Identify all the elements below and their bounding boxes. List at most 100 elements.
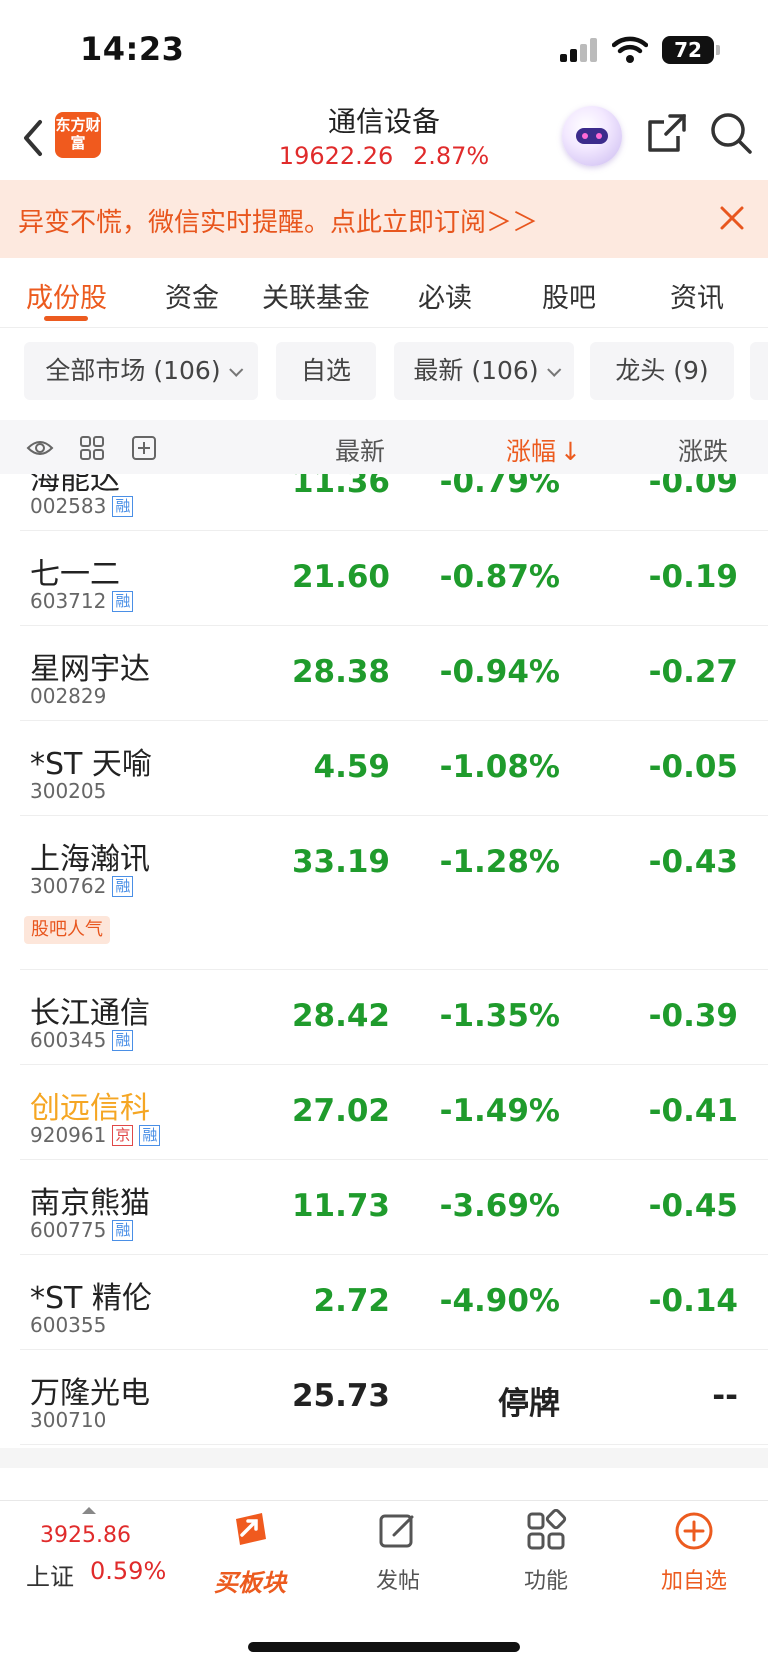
eye-icon[interactable] (26, 434, 54, 462)
stock-code-line: 300205 (30, 779, 106, 803)
bottom-bar: 3925.86 上证 0.59% 买板块 发帖 功能 加自选 (0, 1500, 768, 1663)
stock-change-pct: -3.69% (439, 1188, 560, 1224)
assistant-robot-icon[interactable] (562, 106, 622, 166)
buy-sector-button[interactable]: 买板块 (190, 1509, 310, 1598)
stock-row[interactable]: *ST 天喻 300205 4.59 -1.08% -0.05 (20, 721, 768, 816)
stock-change: -0.05 (648, 749, 738, 785)
stock-row[interactable]: 上海瀚讯 300762 融股吧人气 33.19 -1.28% -0.43 (20, 816, 768, 970)
stock-code: 300205 (30, 779, 107, 803)
subscribe-banner[interactable]: 异变不慌，微信实时提醒。点此立即订阅＞＞ (0, 180, 768, 258)
functions-label: 功能 (523, 1569, 568, 1594)
stock-row[interactable]: 创远信科 920961 京融 27.02 -1.49% -0.41 (20, 1065, 768, 1160)
stock-change: -0.09 (648, 474, 738, 500)
wifi-icon (612, 36, 648, 63)
active-tab-indicator (44, 316, 88, 321)
stock-change-pct: -0.94% (439, 654, 560, 690)
stock-badge: 融 (112, 876, 134, 897)
stock-row[interactable]: 南京熊猫 600775 融 11.73 -3.69% -0.45 (20, 1160, 768, 1255)
col-change-pct-label: 涨幅 (506, 437, 557, 466)
stock-change-pct: -1.49% (439, 1093, 560, 1129)
stock-badge: 融 (112, 591, 134, 612)
home-indicator[interactable] (248, 1642, 520, 1652)
stock-code: 300710 (30, 1408, 107, 1432)
battery-icon: 72 (662, 36, 720, 64)
stock-price: 4.59 (313, 749, 391, 785)
stock-row[interactable]: 星网宇达 002829 28.38 -0.94% -0.27 (20, 626, 768, 721)
stock-code: 002829 (30, 684, 107, 708)
stock-row[interactable]: 长江通信 600345 融 28.42 -1.35% -0.39 (20, 970, 768, 1065)
post-button[interactable]: 发帖 (338, 1509, 458, 1595)
edit-icon (379, 1514, 414, 1548)
sh-index-name[interactable]: 上证 (26, 1557, 74, 1592)
col-latest[interactable]: 最新 (335, 432, 385, 468)
col-change[interactable]: 涨跌 (678, 432, 728, 468)
latest-filter-label: 最新 (106) (413, 356, 539, 385)
chevron-down-icon (546, 362, 561, 377)
tab-bar: 成份股 资金 关联基金 必读 股吧 资讯 (0, 258, 768, 328)
search-icon[interactable] (708, 110, 754, 156)
stock-change-pct: -1.35% (439, 998, 560, 1034)
stock-code-line: 002583 融 (30, 494, 134, 518)
stock-code: 600355 (30, 1313, 107, 1337)
stock-row[interactable]: 万隆光电 300710 25.73 停牌 -- (20, 1350, 768, 1445)
sh-index-pct[interactable]: 0.59% (90, 1557, 166, 1585)
stock-name: *ST 天喻 (30, 747, 152, 782)
latest-filter[interactable]: 最新 (106) (394, 342, 574, 400)
stock-name: 星网宇达 (30, 652, 150, 687)
stock-change: -0.19 (648, 559, 738, 595)
banner-text[interactable]: 异变不慌，微信实时提醒。点此立即订阅＞＞ (18, 202, 538, 239)
add-watchlist-button[interactable]: 加自选 (634, 1509, 754, 1595)
tab-must-read[interactable]: 必读 (418, 276, 472, 315)
filter-bar: 全部市场 (106) 自选 最新 (106) 龙头 (9) (0, 330, 768, 410)
stock-price: 27.02 (291, 1093, 390, 1129)
stock-name: 南京熊猫 (30, 1186, 150, 1221)
stock-change: -0.14 (648, 1283, 738, 1319)
stock-badge: 融 (112, 1220, 134, 1241)
list-footer-gap (0, 1448, 768, 1468)
stock-code: 300762 (30, 874, 107, 898)
close-icon[interactable] (712, 198, 752, 238)
stock-price: 21.60 (291, 559, 390, 595)
buy-sector-icon (236, 1513, 266, 1545)
stock-code-line: 300762 融 (30, 874, 134, 898)
stock-code-line: 300710 (30, 1408, 106, 1432)
post-label: 发帖 (375, 1569, 420, 1594)
stock-price: 11.73 (291, 1188, 390, 1224)
stock-badge: 融 (112, 496, 134, 517)
stock-list-inner: 海能达 002583 融 11.36 -0.79% -0.09 七一二 603712 融 21.6… (0, 474, 768, 1445)
stock-price: 33.19 (291, 844, 390, 880)
col-change-pct[interactable]: 涨幅 ↓ (506, 432, 581, 468)
market-filter[interactable]: 全部市场 (106) (24, 342, 258, 400)
tab-related-funds[interactable]: 关联基金 (262, 276, 370, 315)
stock-name: 长江通信 (30, 996, 150, 1031)
popularity-tag[interactable]: 股吧人气 (24, 916, 110, 944)
stock-badge: 京 (112, 1125, 134, 1146)
stock-code: 002583 (30, 494, 107, 518)
tab-forum[interactable]: 股吧 (542, 276, 596, 315)
tab-funds-flow[interactable]: 资金 (165, 276, 219, 315)
watchlist-filter[interactable]: 自选 (276, 342, 376, 400)
stock-code: 600345 (30, 1028, 107, 1052)
functions-button[interactable]: 功能 (486, 1509, 606, 1595)
tab-news[interactable]: 资讯 (670, 276, 724, 315)
sh-index-value[interactable]: 3925.86 (40, 1523, 131, 1548)
status-time: 14:23 (80, 30, 185, 68)
stock-price: 28.42 (291, 998, 390, 1034)
stock-row[interactable]: *ST 精伦 600355 2.72 -4.90% -0.14 (20, 1255, 768, 1350)
leader-filter[interactable]: 龙头 (9) (590, 342, 734, 400)
share-icon[interactable] (644, 110, 690, 156)
stock-change-pct: -1.28% (439, 844, 560, 880)
more-filter[interactable] (750, 342, 768, 400)
buy-sector-label: 买板块 (214, 1569, 286, 1597)
stock-name: 七一二 (30, 557, 120, 592)
status-bar: 14:23 72 (0, 0, 768, 100)
cellular-signal-icon (560, 38, 598, 62)
stock-code-line: 600355 (30, 1313, 106, 1337)
stock-row[interactable]: 海能达 002583 融 11.36 -0.79% -0.09 (20, 474, 768, 531)
stock-code-line: 002829 (30, 684, 106, 708)
grid-view-icon[interactable] (78, 434, 106, 462)
add-column-icon[interactable] (130, 434, 158, 462)
stock-change-pct: -0.87% (439, 559, 560, 595)
tab-constituents[interactable]: 成份股 (26, 276, 107, 315)
stock-row[interactable]: 七一二 603712 融 21.60 -0.87% -0.19 (20, 531, 768, 626)
